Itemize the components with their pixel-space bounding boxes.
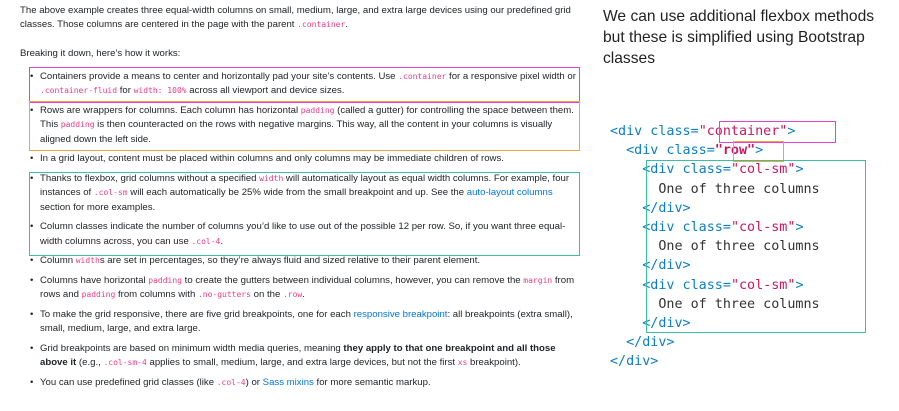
text-segment: Grid breakpoints are based on minimum wi… bbox=[40, 343, 344, 354]
text-segment: Rows are wrappers for columns. Each colu… bbox=[40, 105, 301, 116]
inline-code: .col-sm-4 bbox=[103, 358, 147, 368]
text-segment: s are set in percentages, so they’re alw… bbox=[99, 255, 481, 267]
code-line: <div class="row"> bbox=[610, 141, 820, 160]
inline-code: .container bbox=[398, 72, 447, 81]
inline-code: .no-gutters bbox=[197, 290, 251, 300]
code-token: <div class= bbox=[610, 124, 699, 139]
inline-code: width bbox=[259, 174, 284, 183]
code-line: One of three columns bbox=[610, 237, 820, 256]
code-token: One of three columns bbox=[610, 296, 820, 312]
code-line: <div class="col-sm"> bbox=[610, 218, 820, 237]
code-token: </div> bbox=[610, 354, 659, 370]
code-token: </div> bbox=[610, 315, 691, 331]
text-segment: section for more examples. bbox=[40, 201, 156, 213]
breakdown-heading: Breaking it down, here’s how it works: bbox=[20, 48, 181, 59]
inline-code: margin bbox=[523, 276, 553, 285]
code-token: <div class= bbox=[610, 219, 731, 235]
text-segment: Column classes indicate the number of co… bbox=[40, 221, 566, 247]
code-snippet: <div class="container"> <div class="row"… bbox=[610, 122, 820, 371]
inline-code: xs bbox=[457, 358, 468, 368]
text-segment: for a responsive pixel width or bbox=[446, 71, 576, 82]
code-line: </div> bbox=[610, 333, 820, 352]
code-token: > bbox=[795, 219, 804, 235]
text-segment: for more semantic markup. bbox=[313, 377, 431, 388]
code-token: > bbox=[755, 143, 764, 159]
list-item: To make the grid responsive, there are f… bbox=[30, 308, 580, 337]
doc-link[interactable]: Sass mixins bbox=[263, 377, 314, 388]
text-segment: Column bbox=[40, 255, 76, 267]
list-item: Grid breakpoints are based on minimum wi… bbox=[30, 342, 580, 371]
inline-code: padding bbox=[81, 290, 116, 300]
text-segment: Containers provide a means to center and… bbox=[40, 71, 399, 82]
text-segment: You can use predefined grid classes (lik… bbox=[40, 377, 217, 388]
text-segment: is then counteracted on the rows with ne… bbox=[40, 119, 553, 145]
text-segment: To make the grid responsive, there are f… bbox=[40, 309, 354, 320]
code-token: </div> bbox=[610, 335, 675, 351]
code-line: <div class="col-sm"> bbox=[610, 276, 820, 295]
code-token: > bbox=[795, 162, 804, 178]
inline-code: width: 100% bbox=[133, 86, 187, 96]
code-token: </div> bbox=[610, 258, 691, 274]
code-token: "col-sm" bbox=[730, 162, 796, 178]
code-token: "container" bbox=[698, 124, 788, 139]
text-segment: . bbox=[220, 235, 224, 247]
list-item: You can use predefined grid classes (lik… bbox=[30, 376, 580, 391]
doc-link[interactable]: auto-layout columns bbox=[467, 187, 553, 198]
grid-rules-list: Containers provide a means to center and… bbox=[30, 70, 580, 396]
code-token: <div class= bbox=[610, 162, 731, 178]
code-token: <div class= bbox=[610, 143, 715, 159]
list-item: In a grid layout, content must be placed… bbox=[30, 152, 580, 167]
inline-code: .col-sm bbox=[93, 188, 128, 198]
intro-paragraph: The above example creates three equal-wi… bbox=[20, 5, 571, 31]
code-token: "col-sm" bbox=[730, 219, 796, 235]
text-segment: will each automatically be 25% wide from… bbox=[127, 187, 467, 199]
text-segment: breakpoint). bbox=[467, 357, 521, 369]
text-segment: across all viewport and device sizes. bbox=[186, 85, 345, 97]
text-segment: In a grid layout, content must be placed… bbox=[40, 153, 504, 165]
text-segment: (e.g., bbox=[76, 357, 104, 369]
code-token: "col-sm" bbox=[730, 277, 796, 293]
list-item: Thanks to flexbox, grid columns without … bbox=[30, 172, 580, 215]
code-line: </div> bbox=[610, 199, 820, 218]
code-line: <div class="col-sm"> bbox=[610, 160, 820, 179]
side-note: We can use additional flexbox methods bu… bbox=[603, 8, 875, 67]
doc-link[interactable]: responsive breakpoint bbox=[354, 309, 448, 320]
list-item: Column widths are set in percentages, so… bbox=[30, 254, 580, 269]
text-segment: Thanks to flexbox, grid columns without … bbox=[40, 173, 260, 184]
text-segment: ) or bbox=[245, 377, 263, 388]
text-segment: . bbox=[302, 289, 305, 301]
inline-code: .col-4 bbox=[216, 378, 246, 387]
code-token: "row" bbox=[714, 143, 756, 159]
list-item: Columns have horizontal padding to creat… bbox=[30, 274, 580, 303]
inline-code: .col-4 bbox=[191, 236, 221, 246]
inline-code: padding bbox=[60, 120, 95, 130]
text-segment: Columns have horizontal bbox=[40, 275, 149, 286]
code-line: One of three columns bbox=[610, 295, 820, 314]
code-token: One of three columns bbox=[610, 239, 820, 255]
inline-code: .container-fluid bbox=[40, 86, 118, 96]
text-segment: to create the gutters between individual… bbox=[181, 275, 524, 286]
code-token: One of three columns bbox=[610, 181, 820, 197]
list-item: Column classes indicate the number of co… bbox=[30, 220, 580, 249]
inline-code: .row bbox=[282, 290, 303, 300]
list-item: Containers provide a means to center and… bbox=[30, 70, 580, 99]
code-line: </div> bbox=[610, 352, 820, 371]
inline-code: width bbox=[75, 256, 100, 266]
list-item: Rows are wrappers for columns. Each colu… bbox=[30, 104, 580, 147]
code-token: > bbox=[795, 277, 804, 293]
inline-code: .container bbox=[297, 20, 346, 30]
text-segment: on the bbox=[250, 289, 283, 301]
code-token: <div class= bbox=[610, 277, 731, 293]
code-token: </div> bbox=[610, 200, 691, 216]
text-segment: for bbox=[117, 85, 134, 97]
text-segment: applies to small, medium, large, and ext… bbox=[146, 357, 458, 369]
code-line: <div class="container"> bbox=[610, 122, 820, 141]
code-line: </div> bbox=[610, 256, 820, 275]
code-line: One of three columns bbox=[610, 180, 820, 199]
code-token: > bbox=[787, 124, 796, 139]
inline-code: padding bbox=[148, 276, 182, 285]
inline-code: padding bbox=[300, 106, 335, 115]
text-segment: from columns with bbox=[115, 289, 198, 301]
code-line: </div> bbox=[610, 314, 820, 333]
